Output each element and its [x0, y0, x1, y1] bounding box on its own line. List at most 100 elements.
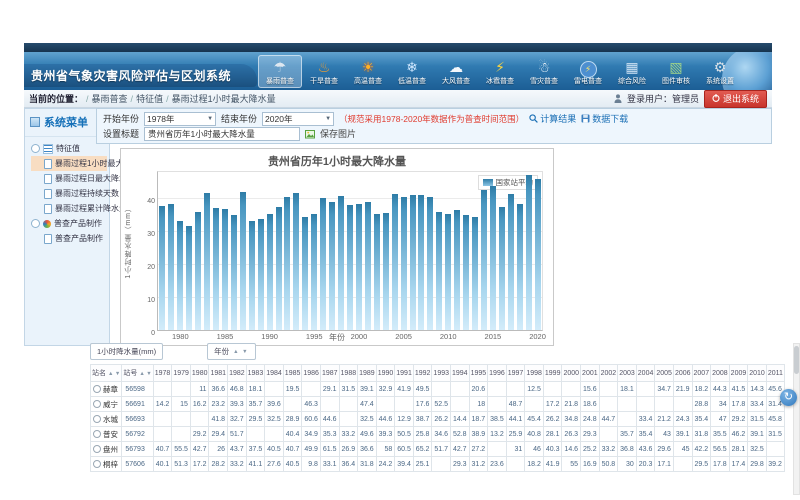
sort-icons[interactable]: ▲ ▼	[233, 349, 248, 355]
row-expander-icon[interactable]	[93, 415, 101, 423]
nav-item-9[interactable]: ▦综合风险	[610, 55, 654, 88]
row-expander-icon[interactable]	[93, 445, 101, 453]
table-header-year-2011[interactable]: 2011	[766, 365, 784, 382]
table-header-year-1979[interactable]: 1979	[172, 365, 191, 382]
value-cell: 32.5	[748, 442, 767, 457]
table-header-year-1990[interactable]: 1990	[376, 365, 395, 382]
table-header-year-1988[interactable]: 1988	[339, 365, 358, 382]
nav-item-label: 冰雹普查	[479, 77, 521, 86]
table-header-year-1984[interactable]: 1984	[265, 365, 284, 382]
nav-item-7[interactable]: ☃雪灾普查	[522, 55, 566, 88]
calc-result-button[interactable]: 计算结果	[529, 112, 576, 125]
table-header-year-2008[interactable]: 2008	[711, 365, 730, 382]
table-header-year-2009[interactable]: 2009	[729, 365, 748, 382]
tree-expander-icon[interactable]	[31, 144, 40, 153]
table-header-year-2010[interactable]: 2010	[748, 365, 767, 382]
nav-item-4[interactable]: ❄低温普查	[390, 55, 434, 88]
value-cell: 32.7	[228, 412, 247, 427]
row-expander-icon[interactable]	[93, 430, 101, 438]
value-cell: 44.6	[376, 412, 395, 427]
logout-button[interactable]: 退出系统	[704, 90, 767, 108]
nav-item-5[interactable]: ☁大风普查	[434, 55, 478, 88]
value-cell	[673, 457, 692, 472]
value-cell	[190, 412, 209, 427]
tree-expander-icon[interactable]	[31, 219, 40, 228]
sort-icons[interactable]: ▲ ▼	[139, 371, 151, 377]
table-header-year-1992[interactable]: 1992	[413, 365, 432, 382]
row-expander-icon[interactable]	[93, 400, 101, 408]
value-cell: 46	[525, 442, 544, 457]
table-header-year-2001[interactable]: 2001	[581, 365, 600, 382]
value-cell: 17.4	[729, 457, 748, 472]
scrollbar-thumb[interactable]	[794, 346, 799, 374]
nav-item-3[interactable]: ☀高温普查	[346, 55, 390, 88]
table-header-year-1982[interactable]: 1982	[228, 365, 247, 382]
station-id: 56793	[122, 442, 153, 457]
table-header-year-2006[interactable]: 2006	[673, 365, 692, 382]
end-year-select[interactable]: 2020年 ▼	[262, 112, 334, 126]
year-filter-chip[interactable]: 年份 ▲ ▼	[207, 343, 255, 360]
table-header-year-2004[interactable]: 2004	[636, 365, 655, 382]
value-cell	[488, 442, 507, 457]
table-header-year-1986[interactable]: 1986	[302, 365, 321, 382]
save-image-button[interactable]: 保存图片	[320, 127, 356, 140]
refresh-float-button[interactable]: ↻	[780, 389, 797, 406]
table-header-year-1987[interactable]: 1987	[320, 365, 339, 382]
breadcrumb-item-1[interactable]: 暴雨普查	[92, 92, 128, 105]
table-header-col-station[interactable]: 站名 ▲ ▼	[91, 365, 122, 382]
nav-item-1[interactable]: ☂暴雨普查	[258, 55, 302, 88]
row-expander-icon[interactable]	[93, 460, 101, 468]
table-header-year-1995[interactable]: 1995	[469, 365, 488, 382]
vertical-scrollbar[interactable]	[793, 343, 800, 495]
nav-item-2[interactable]: ♨干旱普查	[302, 55, 346, 88]
table-header-year-1978[interactable]: 1978	[153, 365, 172, 382]
wheel-icon	[43, 220, 51, 228]
nav-item-10[interactable]: ▧图件审核	[654, 55, 698, 88]
table-header-year-1996[interactable]: 1996	[488, 365, 507, 382]
table-header-year-1999[interactable]: 1999	[543, 365, 562, 382]
table-header-year-1994[interactable]: 1994	[451, 365, 470, 382]
bar-2007	[418, 195, 424, 330]
table-header-year-2012[interactable]: 2012	[784, 365, 785, 382]
value-filter-chip[interactable]: 1小时降水量(mm)	[90, 343, 163, 360]
breadcrumb-item-2[interactable]: 特征值	[136, 92, 163, 105]
table-header-year-2003[interactable]: 2003	[618, 365, 637, 382]
table-row-5: 盘州5679340.755.542.72643.737.540.540.749.…	[91, 442, 786, 457]
table-header-year-1983[interactable]: 1983	[246, 365, 265, 382]
table-header-year-1997[interactable]: 1997	[506, 365, 525, 382]
chevron-down-icon: ▼	[325, 116, 331, 122]
bar-2010	[445, 214, 451, 330]
table-header-year-2005[interactable]: 2005	[655, 365, 674, 382]
value-cell: 17.8	[729, 397, 748, 412]
chart-title-input[interactable]	[144, 127, 300, 141]
table-header-year-2007[interactable]: 2007	[692, 365, 711, 382]
value-cell: 31.8	[692, 427, 711, 442]
breadcrumb-item-3[interactable]: 暴雨过程1小时最大降水量	[172, 92, 276, 105]
row-expander-icon[interactable]	[93, 385, 101, 393]
value-cell: 32.9	[376, 382, 395, 397]
table-header-year-1980[interactable]: 1980	[190, 365, 209, 382]
sort-icons[interactable]: ▲ ▼	[108, 371, 120, 377]
station-name: 威宁	[103, 400, 118, 409]
bar-1998	[338, 196, 344, 330]
nav-item-8[interactable]: ⚡雷电普查	[566, 55, 610, 88]
table-header-year-1991[interactable]: 1991	[395, 365, 414, 382]
table-header-year-2000[interactable]: 2000	[562, 365, 581, 382]
value-cell: 33.2	[599, 442, 618, 457]
table-header-year-1989[interactable]: 1989	[358, 365, 377, 382]
start-year-select[interactable]: 1978年 ▼	[144, 112, 216, 126]
data-download-button[interactable]: 数据下载	[581, 112, 628, 125]
nav-item-6[interactable]: ⚡冰雹普查	[478, 55, 522, 88]
nav-item-11[interactable]: ⚙系统设置	[698, 55, 742, 88]
table-header-col-id[interactable]: 站号 ▲ ▼	[122, 365, 153, 382]
value-cell: 40.1	[153, 457, 172, 472]
bar-1987	[240, 192, 246, 330]
bar-2001	[365, 202, 371, 330]
table-header-year-1985[interactable]: 1985	[283, 365, 302, 382]
value-cell: 16.2	[190, 397, 209, 412]
table-header-year-2002[interactable]: 2002	[599, 365, 618, 382]
value-cell: 31.5	[748, 412, 767, 427]
table-header-year-1998[interactable]: 1998	[525, 365, 544, 382]
table-header-year-1981[interactable]: 1981	[209, 365, 228, 382]
table-header-year-1993[interactable]: 1993	[432, 365, 451, 382]
